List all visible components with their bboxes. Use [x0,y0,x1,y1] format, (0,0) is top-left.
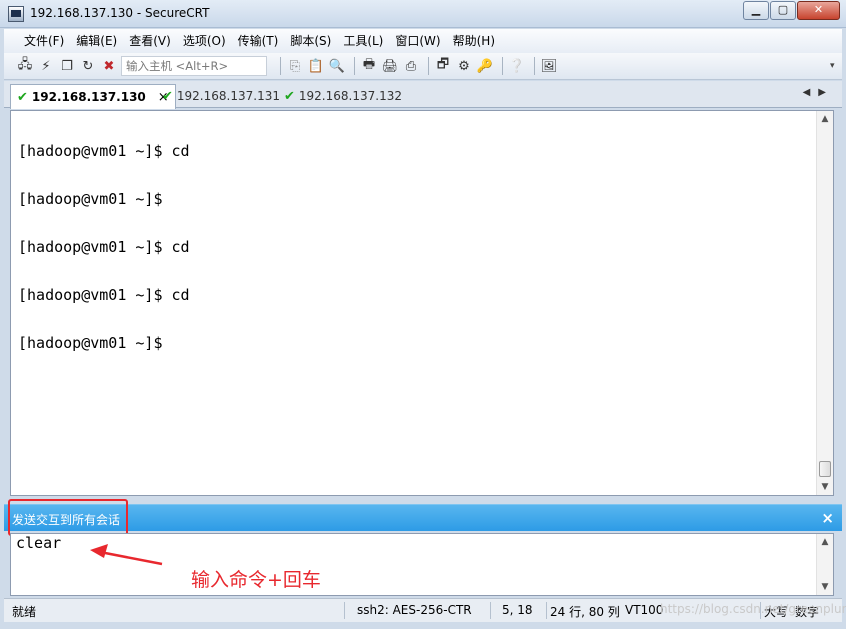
toolbar-separator [502,57,503,75]
host-input[interactable] [121,56,267,76]
reconnect-icon[interactable]: ↻ [79,57,97,75]
watermark: https://blog.csdn.net/greenplum... [660,602,846,616]
status-ready: 就绪 [12,605,37,619]
tab-192-168-137-130[interactable]: ✔ 192.168.137.130 × [10,84,176,109]
menu-bar: 文件(F) 编辑(E) 查看(V) 选项(O) 传输(T) 脚本(S) 工具(L… [4,29,842,53]
menu-options[interactable]: 选项(O) [177,31,232,51]
scroll-up-icon[interactable]: ▲ [817,534,833,550]
toolbar-separator [428,57,429,75]
session-tab-bar: ✔ 192.168.137.130 × ✔ 192.168.137.131 ✔ … [4,81,842,109]
minimize-button[interactable]: ▁ [743,1,769,20]
menu-help[interactable]: 帮助(H) [447,31,501,51]
terminal-lines: [hadoop@vm01 ~]$ cd [hadoop@vm01 ~]$ [ha… [18,111,190,383]
tab-192-168-137-131[interactable]: ✔ 192.168.137.131 [156,84,286,108]
command-scrollbar[interactable]: ▲ ▼ [816,534,833,595]
tab-label: 192.168.137.130 [31,90,146,104]
status-divider [344,602,345,619]
status-cursor-position: 5, 18 [502,603,533,617]
annotation-text: 输入命令+回车 [191,569,321,591]
menu-view[interactable]: 查看(V) [123,31,177,51]
print-setup-icon[interactable]: ⎙ [402,57,420,75]
toolbar-separator [354,57,355,75]
connect-icon[interactable]: 🖧 [16,57,34,75]
print-selection-icon[interactable]: 🖨 [381,57,399,75]
help-icon[interactable]: ❔ [508,57,526,75]
sftp-icon[interactable]: 🖼 [540,57,558,75]
find-icon[interactable]: 🔍 [328,57,346,75]
annotation-arrow-icon [90,544,163,566]
copy-icon[interactable]: ⎘ [286,57,304,75]
terminal-line: [hadoop@vm01 ~]$ [18,334,163,352]
terminal-scrollbar[interactable]: ▲ ▼ [816,111,833,495]
keymap-icon[interactable]: 🔑 [476,57,494,75]
tab-scroll-arrows[interactable]: ◀▶ [803,87,834,98]
tab-192-168-137-132[interactable]: ✔ 192.168.137.132 [278,84,408,108]
send-bar-close-icon[interactable]: × [821,509,834,527]
toolbar-separator [534,57,535,75]
securecrt-app-icon[interactable] [8,6,24,22]
window-controls: ▁ ▢ ✕ [742,1,840,20]
status-divider [490,602,491,619]
connected-check-icon: ✔ [17,89,28,105]
print-icon[interactable]: 🖶 [360,57,378,75]
menu-script[interactable]: 脚本(S) [284,31,337,51]
paste-icon[interactable]: 📋 [307,57,325,75]
status-terminal-type: VT100 [625,603,664,617]
annotation-highlight-box [8,499,128,536]
scroll-up-icon[interactable]: ▲ [817,111,833,127]
connected-check-icon: ✔ [284,88,295,104]
menu-edit[interactable]: 编辑(E) [70,31,123,51]
status-terminal-size: 24 行, 80 列 [550,605,620,619]
command-input-text[interactable]: clear [16,535,61,551]
window-title: 192.168.137.130 - SecureCRT [30,6,210,20]
scroll-down-icon[interactable]: ▼ [817,579,833,595]
menu-window[interactable]: 窗口(W) [389,31,446,51]
quick-connect-icon[interactable]: ⚡ [37,57,55,75]
tab-label: 192.168.137.132 [298,89,402,103]
terminal-line: [hadoop@vm01 ~]$ cd [18,286,190,304]
toolbar-overflow-icon[interactable]: ▾ [830,57,836,75]
send-to-all-sessions-bar[interactable]: 发送交互到所有会话 × [4,504,842,531]
session-options-icon[interactable]: 🗗 [434,57,452,75]
toolbar: 🖧 ⚡ ❐ ↻ ✖ ⎘ 📋 🔍 🖶 🖨 ⎙ 🗗 ⚙ 🔑 ❔ 🖼 ▾ [4,53,842,80]
global-options-icon[interactable]: ⚙ [455,57,473,75]
disconnect-icon[interactable]: ✖ [100,57,118,75]
status-divider [546,602,547,619]
menu-transfer[interactable]: 传输(T) [232,31,285,51]
terminal-output[interactable]: [hadoop@vm01 ~]$ cd [hadoop@vm01 ~]$ [ha… [10,110,834,496]
menu-tools[interactable]: 工具(L) [337,31,389,51]
title-bar: 192.168.137.130 - SecureCRT ▁ ▢ ✕ [0,0,846,28]
toolbar-separator [280,57,281,75]
scrollbar-thumb[interactable] [819,461,831,477]
menu-file[interactable]: 文件(F) [18,31,70,51]
connect-in-tab-icon[interactable]: ❐ [58,57,76,75]
terminal-line: [hadoop@vm01 ~]$ cd [18,142,190,160]
status-cipher: ssh2: AES-256-CTR [357,603,472,617]
tab-label: 192.168.137.131 [176,89,280,103]
maximize-button[interactable]: ▢ [770,1,796,20]
close-button[interactable]: ✕ [797,1,840,20]
terminal-line: [hadoop@vm01 ~]$ cd [18,238,190,256]
terminal-line: [hadoop@vm01 ~]$ [18,190,163,208]
scroll-down-icon[interactable]: ▼ [817,479,833,495]
connected-check-icon: ✔ [162,88,173,104]
